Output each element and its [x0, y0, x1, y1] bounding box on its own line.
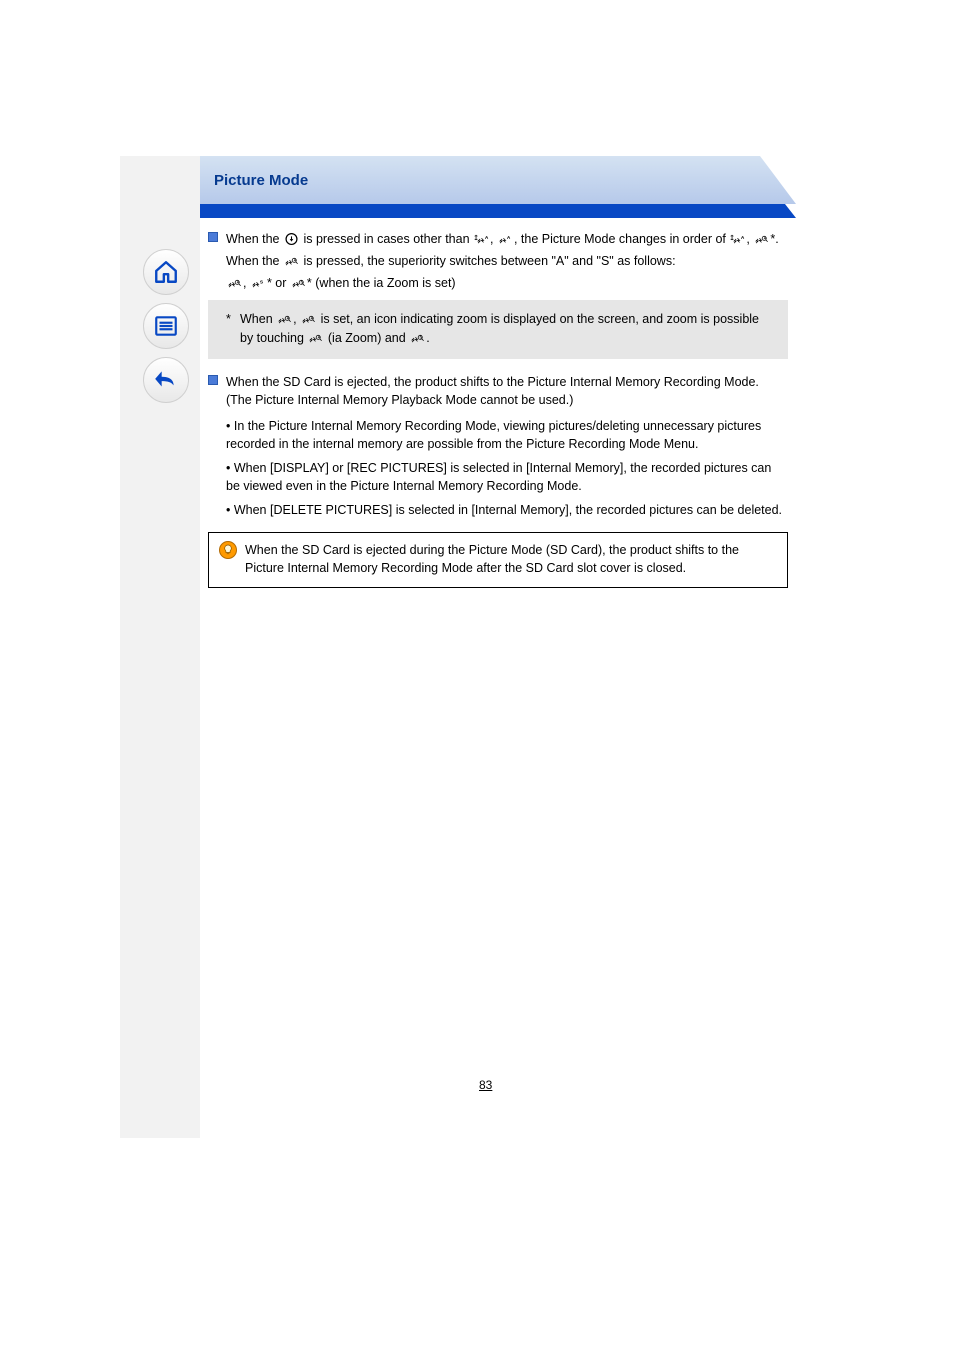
lightbulb-icon — [219, 541, 237, 559]
ia-zoom-a-icon-3: A — [227, 276, 242, 290]
home-icon — [153, 259, 179, 285]
sub-text: When the A is pressed, the superiority s… — [208, 252, 788, 270]
svg-text:S: S — [300, 280, 303, 285]
asterisk-marker: * — [226, 310, 240, 346]
ia-zoom-a-icon-2: A — [284, 254, 299, 268]
ia-zoom-a-icon-5: A — [301, 312, 316, 326]
ia-zoom-a-icon-4: A — [277, 312, 292, 326]
back-arrow-icon — [153, 367, 179, 393]
zoom-in-circle-icon — [284, 232, 299, 246]
ia-a-icon: A — [474, 232, 489, 246]
contents-button[interactable] — [143, 303, 189, 349]
svg-text:A: A — [507, 235, 511, 241]
bullet-item: When the is pressed in cases other than … — [208, 230, 788, 248]
ia-zoom-a-icon: A — [754, 232, 769, 246]
svg-text:A: A — [764, 236, 767, 241]
body-text-2: When the SD Card is ejected, the product… — [226, 373, 788, 409]
nav-icon-group — [143, 249, 193, 411]
page-number: 83 — [479, 1078, 492, 1092]
sub-text-2: A, S* or S* (when the ia Zoom is set) — [208, 274, 788, 292]
svg-text:S: S — [420, 334, 423, 339]
bullet-item-2: When the SD Card is ejected, the product… — [208, 373, 788, 409]
tip-box: When the SD Card is ejected during the P… — [208, 532, 788, 588]
ia-zoom-s-icon-2: S — [410, 331, 425, 345]
square-bullet-icon — [208, 232, 218, 242]
svg-text:A: A — [485, 235, 489, 241]
banner-title: Picture Mode — [214, 172, 308, 189]
svg-text:A: A — [318, 334, 321, 339]
note-text: When A, A is set, an icon indicating zoo… — [240, 310, 772, 346]
ia-zoom-s-icon: S — [291, 276, 306, 290]
tip-text: When the SD Card is ejected during the P… — [245, 541, 775, 577]
sub-bullet-2: • When [DISPLAY] or [REC PICTURES] is se… — [208, 459, 788, 495]
sub-bullet: • In the Picture Internal Memory Recordi… — [208, 417, 788, 453]
ia-s-icon: S — [251, 276, 266, 290]
svg-text:A: A — [741, 235, 745, 241]
svg-text:A: A — [294, 258, 297, 263]
svg-text:A: A — [311, 316, 314, 321]
svg-text:S: S — [260, 280, 263, 286]
svg-text:A: A — [237, 280, 240, 285]
ia-a-alt-icon: A — [498, 232, 513, 246]
ia-a-icon-2: A — [730, 232, 745, 246]
body-text: When the is pressed in cases other than … — [226, 230, 788, 248]
back-button[interactable] — [143, 357, 189, 403]
list-icon — [153, 313, 179, 339]
sub-bullet-3: • When [DELETE PICTURES] is selected in … — [208, 501, 788, 519]
note-box: * When A, A is set, an icon indicating z… — [208, 300, 788, 358]
section-banner: Picture Mode — [200, 156, 796, 214]
svg-text:A: A — [287, 316, 290, 321]
home-button[interactable] — [143, 249, 189, 295]
ia-zoom-a-icon-6: A — [308, 331, 323, 345]
square-bullet-icon — [208, 375, 218, 385]
